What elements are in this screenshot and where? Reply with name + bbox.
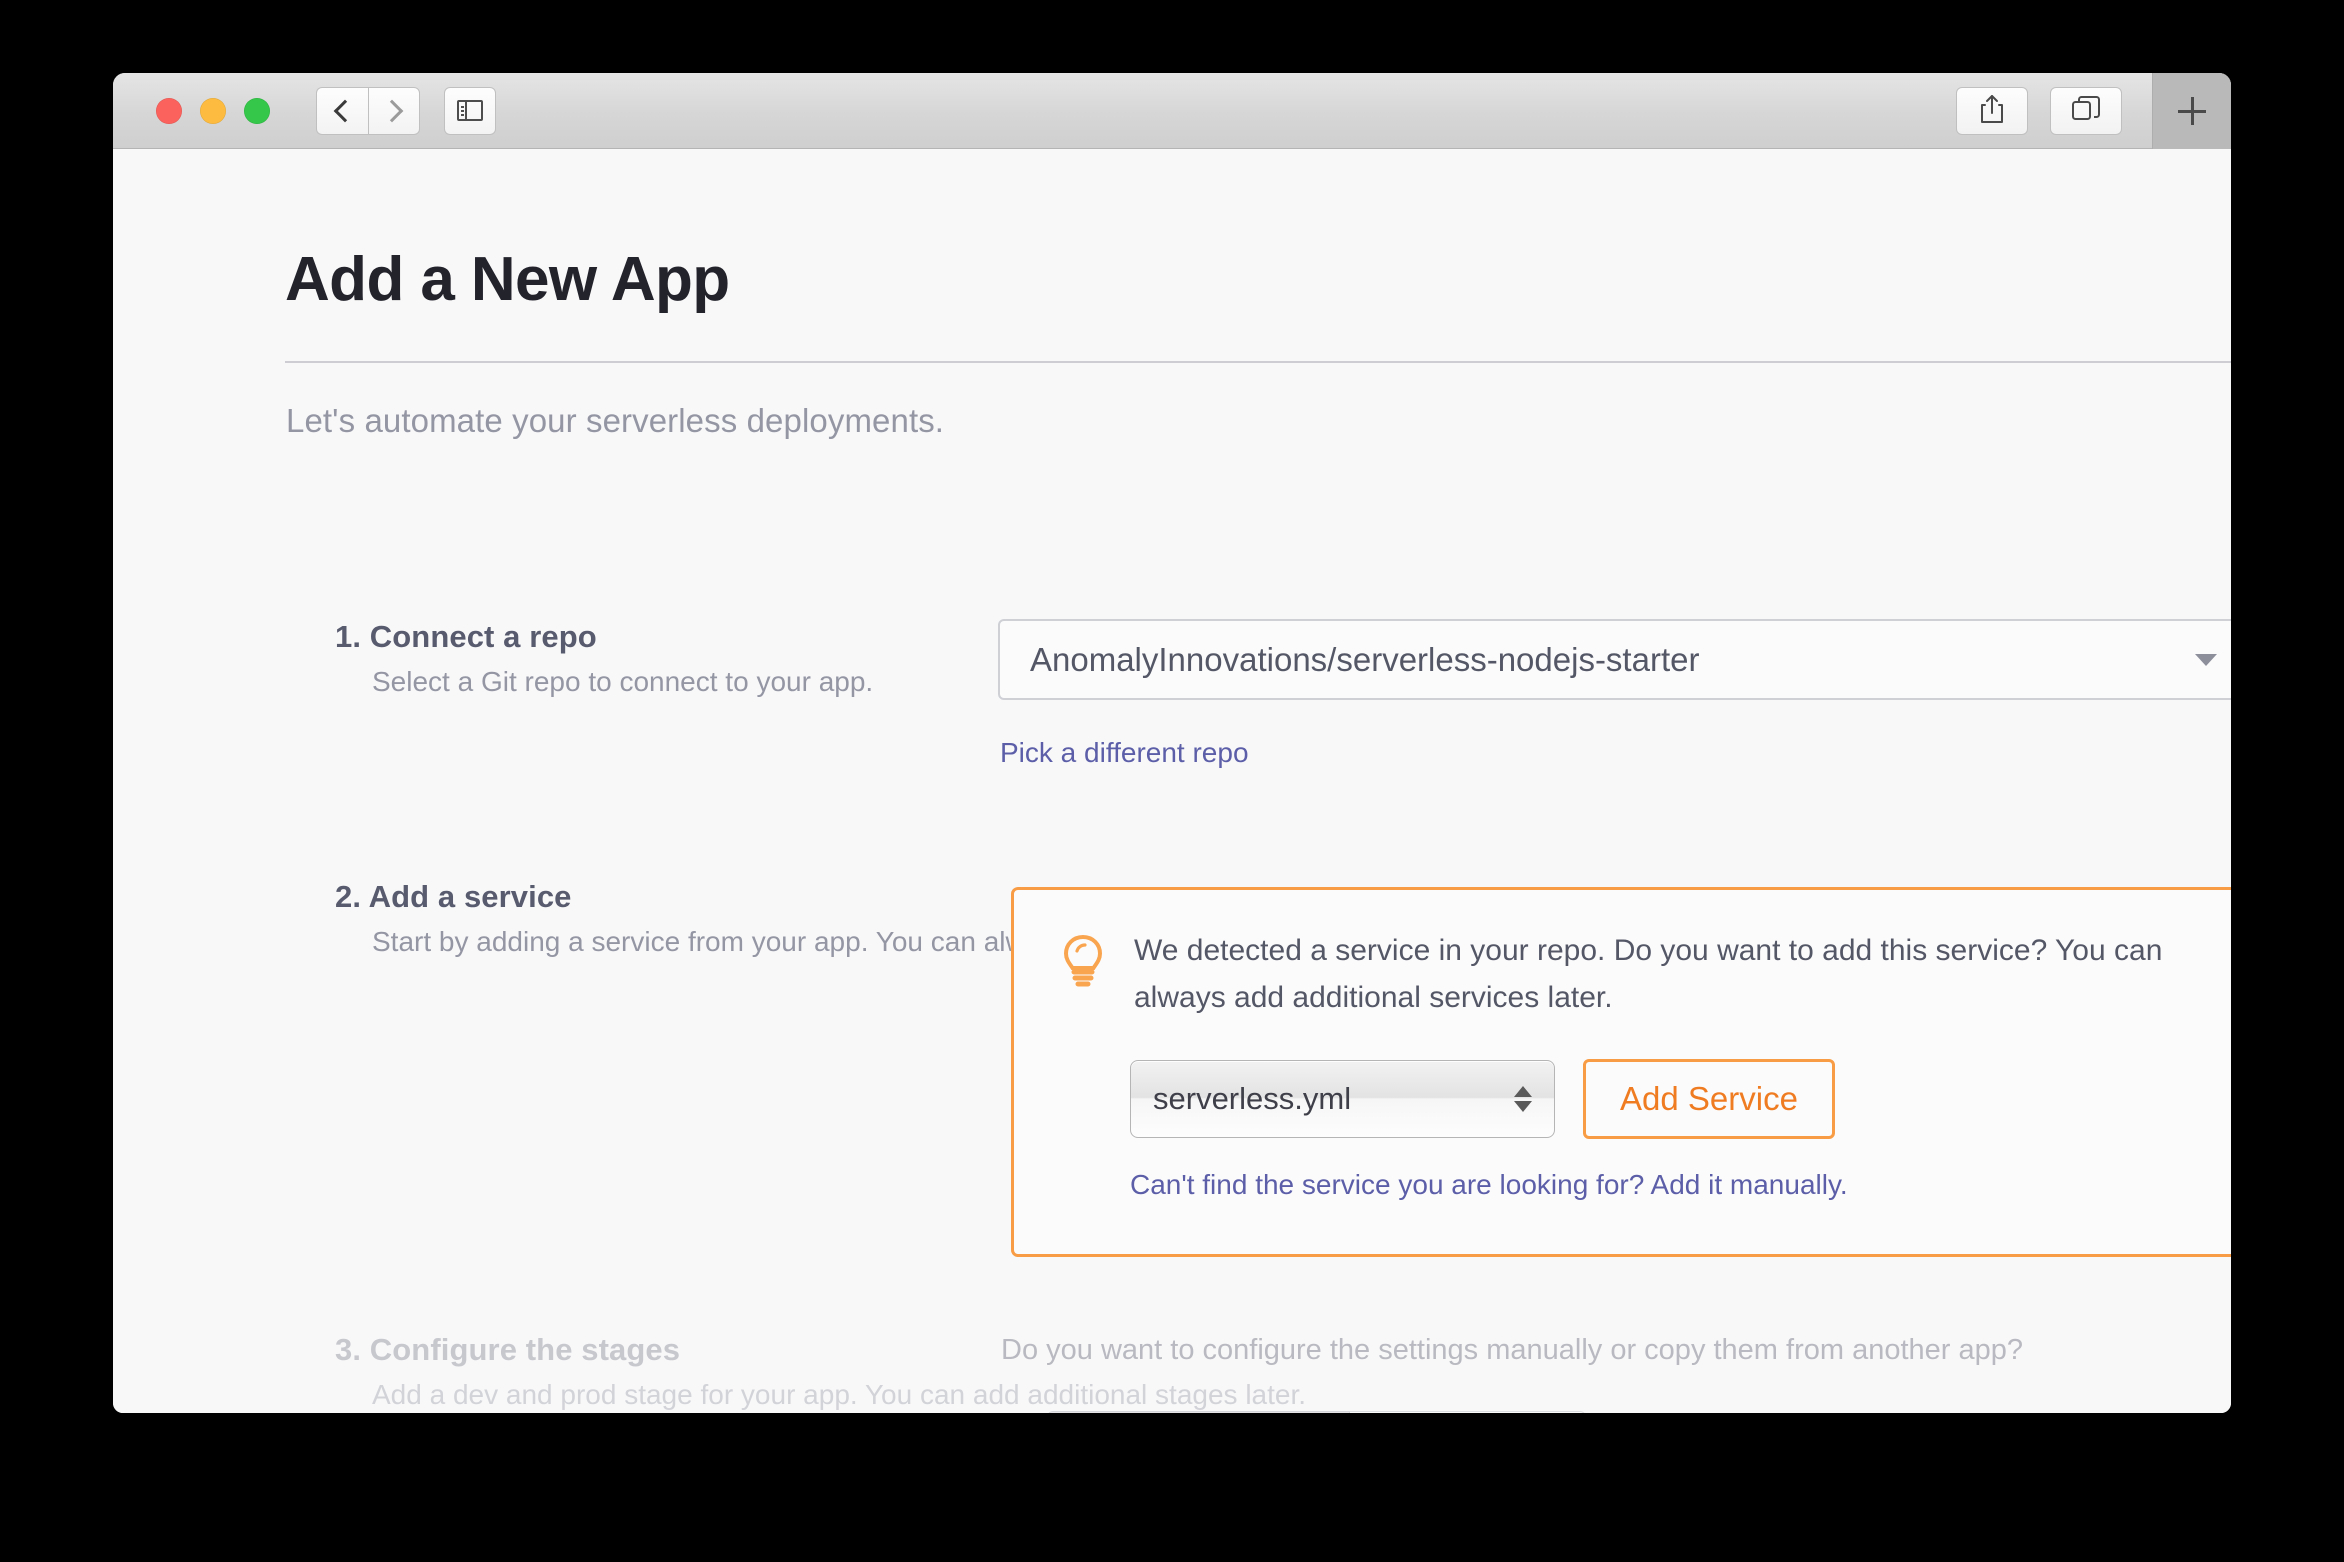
- browser-toolbar: console.seed.run: [113, 73, 2231, 209]
- forward-button[interactable]: [368, 86, 420, 135]
- service-file-value: serverless.yml: [1153, 1081, 1352, 1116]
- tab-configure-manually[interactable]: Configure Manually: [1047, 1411, 1351, 1413]
- repo-selected-value: AnomalyInnovations/serverless-nodejs-sta…: [1030, 640, 1700, 678]
- service-file-select[interactable]: serverless.yml: [1130, 1060, 1555, 1138]
- new-tab-button[interactable]: [2152, 73, 2231, 149]
- title-divider: [285, 361, 2231, 363]
- repo-select[interactable]: AnomalyInnovations/serverless-nodejs-sta…: [998, 619, 2231, 700]
- maximize-window-button[interactable]: [244, 97, 270, 124]
- share-button[interactable]: [1956, 87, 2028, 135]
- minimize-window-button[interactable]: [200, 97, 226, 124]
- add-service-button[interactable]: Add Service: [1583, 1059, 1835, 1139]
- chevron-left-icon: [333, 99, 357, 122]
- sidebar-toggle-icon: [457, 100, 483, 121]
- step-connect-repo: 1. Connect a repo Select a Git repo to c…: [335, 619, 873, 701]
- navigation-buttons: [316, 86, 496, 135]
- back-button[interactable]: [316, 86, 368, 135]
- browser-window: console.seed.run: [113, 73, 2231, 1413]
- stage-config-question: Do you want to configure the settings ma…: [1001, 1334, 2024, 1366]
- page-content: Add a New App Let's automate your server…: [113, 149, 2231, 1413]
- service-detected-callout: We detected a service in your repo. Do y…: [1011, 887, 2231, 1257]
- pick-different-repo-link[interactable]: Pick a different repo: [1000, 737, 1249, 769]
- page-title: Add a New App: [285, 245, 730, 314]
- window-controls: [156, 97, 270, 124]
- tab-copy-settings[interactable]: Copy Settings: [1350, 1411, 1586, 1413]
- toolbar-right-buttons: [1956, 87, 2122, 135]
- chevron-right-icon: [380, 99, 403, 122]
- stepper-arrows-icon: [1514, 1086, 1532, 1112]
- tab-overview-button[interactable]: [2050, 87, 2122, 135]
- service-picker-row: serverless.yml Add Service: [1130, 1059, 2231, 1139]
- lightbulb-icon: [1060, 934, 1112, 995]
- sidebar-toggle-button[interactable]: [444, 86, 496, 135]
- share-icon: [1979, 94, 2005, 129]
- step-1-title: 1. Connect a repo: [335, 619, 597, 654]
- step-3-description: Add a dev and prod stage for your app. Y…: [372, 1379, 1307, 1410]
- plus-icon: [2178, 97, 2206, 125]
- page-subtitle: Let's automate your serverless deploymen…: [286, 402, 945, 439]
- add-manually-link[interactable]: Can't find the service you are looking f…: [1130, 1169, 2231, 1201]
- stage-config-tabs: Configure Manually Copy Settings: [1047, 1411, 1586, 1413]
- callout-text: We detected a service in your repo. Do y…: [1134, 934, 2163, 1014]
- step-1-description: Select a Git repo to connect to your app…: [372, 666, 874, 697]
- chevron-down-icon: [2195, 653, 2217, 666]
- tab-overview-icon: [2071, 95, 2101, 128]
- close-window-button[interactable]: [156, 97, 182, 124]
